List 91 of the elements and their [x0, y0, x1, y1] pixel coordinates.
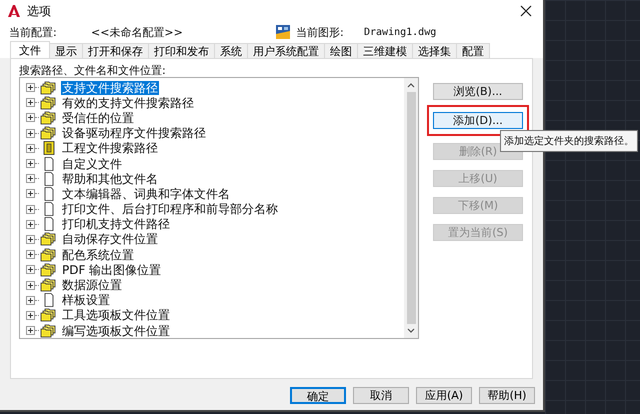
expand-toggle[interactable] — [26, 189, 35, 198]
expand-toggle[interactable] — [26, 159, 35, 168]
tree-item[interactable]: 帮助和其他文件名 — [61, 172, 159, 186]
close-icon — [520, 5, 532, 17]
dialog-button[interactable]: 应用(A) — [416, 387, 472, 404]
tree-item[interactable]: 样板设置 — [61, 293, 111, 308]
plus-icon — [26, 144, 35, 153]
folders-icon — [40, 278, 58, 292]
expand-toggle[interactable] — [26, 250, 35, 260]
expand-toggle[interactable] — [26, 265, 35, 274]
tree-item[interactable]: 自动保存文件位置 — [61, 232, 159, 246]
expand-toggle[interactable] — [26, 174, 35, 184]
scrollbar[interactable] — [404, 78, 418, 338]
tree-item[interactable]: 自定义文件 — [61, 156, 123, 171]
profile-label: 当前配置: — [9, 24, 58, 40]
expand-toggle[interactable] — [26, 128, 35, 138]
folders-icon — [40, 232, 58, 246]
plus-icon — [26, 326, 35, 336]
tab[interactable]: 打印和发布 — [148, 43, 215, 58]
tree-item[interactable]: 设备驱动程序文件搜索路径 — [61, 126, 207, 140]
plus-icon — [26, 265, 35, 274]
scroll-thumb[interactable] — [406, 92, 416, 324]
drawing-file-icon — [276, 25, 290, 39]
tree-item[interactable]: 有效的支持文件搜索路径 — [61, 96, 195, 110]
plus-icon — [26, 204, 35, 214]
tree-item[interactable]: 工程文件搜索路径 — [61, 141, 159, 156]
tab[interactable]: 三维建模 — [357, 43, 413, 58]
expand-toggle[interactable] — [26, 310, 35, 320]
plus-icon — [26, 310, 35, 320]
expand-toggle[interactable] — [26, 234, 35, 244]
plus-icon — [26, 113, 35, 122]
plus-icon — [26, 220, 35, 229]
side-button[interactable]: 浏览(B)... — [433, 83, 523, 100]
tree-label: 搜索路径、文件名和文件位置: — [19, 63, 166, 77]
folders-icon — [40, 96, 58, 110]
tree-item[interactable]: 数据源位置 — [61, 278, 123, 292]
tree-item[interactable]: 受信任的位置 — [61, 110, 135, 125]
expand-toggle[interactable] — [26, 326, 35, 336]
expand-toggle[interactable] — [26, 113, 35, 122]
tree-item[interactable]: 打印机支持文件路径 — [61, 217, 171, 232]
folders-icon — [40, 324, 58, 338]
tree-item[interactable]: 打印文件、后台打印程序和前导部分名称 — [61, 202, 279, 216]
side-button[interactable]: 添加(D)... — [433, 112, 523, 129]
plus-icon — [26, 296, 35, 305]
tab[interactable]: 绘图 — [324, 43, 358, 58]
drawing-value: Drawing1.dwg — [364, 26, 436, 38]
app-logo-icon — [7, 4, 21, 18]
drawing-label: 当前图形: — [296, 24, 345, 40]
tab[interactable]: 打开和保存 — [82, 43, 149, 58]
tree-item[interactable]: 支持文件搜索路径 — [61, 80, 159, 95]
tab[interactable]: 配置 — [456, 43, 490, 58]
tooltip: 添加选定文件夹的搜索路径。 — [500, 130, 638, 152]
folders-icon — [40, 262, 58, 277]
plus-icon — [26, 128, 35, 138]
tab[interactable]: 显示 — [49, 43, 83, 58]
plus-icon — [26, 250, 35, 260]
tab[interactable]: 用户系统配置 — [247, 43, 325, 58]
tree-item[interactable]: 配色系统位置 — [61, 248, 135, 262]
tree-item[interactable]: 工具选项板文件位置 — [61, 308, 171, 322]
folders-icon — [40, 308, 58, 322]
tree-item[interactable]: 编写选项板文件位置 — [61, 324, 171, 338]
folders-icon — [40, 80, 58, 95]
dialog-button[interactable]: 取消 — [353, 387, 409, 404]
expand-toggle[interactable] — [26, 144, 35, 153]
expand-toggle[interactable] — [26, 220, 35, 229]
scroll-down-icon — [407, 328, 415, 334]
plus-icon — [26, 159, 35, 168]
plus-icon — [26, 98, 35, 108]
tree-item[interactable]: PDF 输出图像位置 — [61, 262, 162, 277]
dialog-button[interactable]: 确定 — [290, 387, 346, 404]
folders-icon — [40, 126, 58, 140]
dialog-button[interactable]: 帮助(H) — [479, 387, 535, 404]
plus-icon — [26, 280, 35, 290]
plus-icon — [26, 83, 35, 92]
tab[interactable]: 文件 — [10, 41, 50, 58]
expand-toggle[interactable] — [26, 204, 35, 214]
scroll-up-icon — [407, 82, 415, 88]
plus-icon — [26, 189, 35, 198]
expand-toggle[interactable] — [26, 98, 35, 108]
expand-toggle[interactable] — [26, 296, 35, 305]
window-title: 选项 — [27, 2, 51, 20]
plus-icon — [26, 174, 35, 184]
tab[interactable]: 选择集 — [412, 43, 457, 58]
plus-icon — [26, 234, 35, 244]
folders-icon — [40, 110, 58, 125]
profile-value: <<未命名配置>> — [91, 24, 184, 40]
tab[interactable]: 系统 — [214, 43, 248, 58]
folders-icon — [40, 248, 58, 262]
expand-toggle[interactable] — [26, 83, 35, 92]
tree-item[interactable]: 文本编辑器、词典和字体文件名 — [61, 186, 231, 201]
expand-toggle[interactable] — [26, 280, 35, 290]
